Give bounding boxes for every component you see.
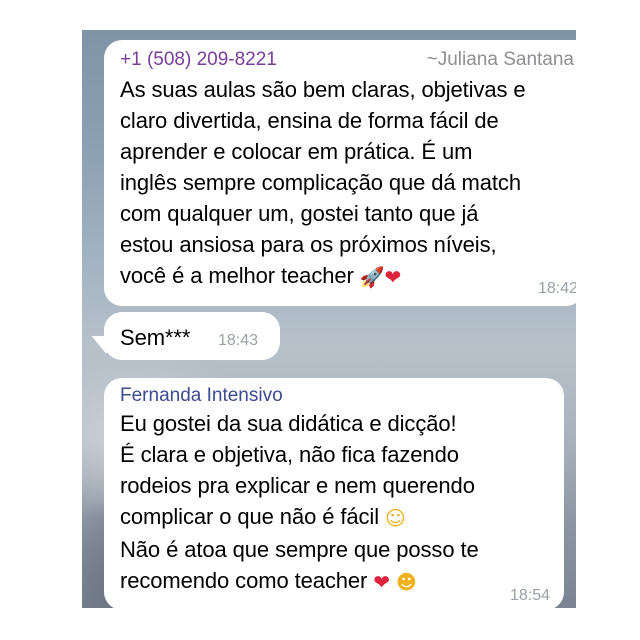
message-line: claro divertida, ensina de forma fácil d… (120, 108, 499, 133)
message-line-emoji: recomendo como teacher ❤ ☻ (120, 565, 554, 598)
red-heart-icon: ❤ (384, 265, 402, 289)
message-timestamp: 18:54 (509, 587, 550, 604)
message-text: As suas aulas são bem claras, objetivas … (120, 74, 570, 293)
message-line: recomendo como teacher (120, 568, 368, 593)
chat-background: +1 (508) 209-8221 ~Juliana Santana As su… (82, 30, 576, 608)
message-line: As suas aulas são bem claras, objetivas … (120, 77, 526, 102)
message-text: Sem*** (120, 325, 191, 350)
message-line: inglês sempre complicação que dá match (120, 170, 521, 195)
rolling-on-floor-laughing-icon: ☺ (385, 506, 406, 530)
message-line: Eu gostei da sua didática e dicção! (120, 411, 457, 436)
message-line: complicar o que não é fácil (120, 504, 380, 529)
rocket-icon: 🚀 (359, 265, 385, 289)
message-line-last: você é a melhor teacher 🚀❤ (120, 260, 570, 293)
smiling-face-with-hearts-icon: ☻ (395, 570, 417, 594)
message-line: aprender e colocar em prática. É um (120, 139, 473, 164)
message-bubble[interactable]: Fernanda Intensivo Eu gostei da sua didá… (104, 378, 564, 608)
message-bubble[interactable]: +1 (508) 209-8221 ~Juliana Santana As su… (104, 40, 576, 306)
message-line: É clara e objetiva, não fica fazendo (120, 442, 459, 467)
message-header: +1 (508) 209-8221 ~Juliana Santana (120, 48, 574, 74)
message-timestamp: 18:42 (537, 280, 576, 297)
message-bubble[interactable]: Sem*** 18:43 (104, 312, 280, 360)
message-line: estou ansiosa para os próximos níveis, (120, 232, 497, 257)
message-line: com qualquer um, gostei tanto que já (120, 201, 479, 226)
message-line: rodeios pra explicar e nem querendo (120, 473, 475, 498)
sender-name[interactable]: Fernanda Intensivo (120, 384, 554, 408)
sender-alias: ~Juliana Santana (426, 49, 574, 70)
red-heart-icon: ❤ (373, 570, 390, 594)
sender-phone[interactable]: +1 (508) 209-8221 (120, 48, 277, 72)
message-line-emoji: complicar o que não é fácil ☺ (120, 501, 554, 534)
message-timestamp: 18:43 (218, 332, 259, 349)
message-line: Não é atoa que sempre que posso te (120, 537, 479, 562)
message-text: Eu gostei da sua didática e dicção! É cl… (120, 408, 554, 598)
message-line: você é a melhor teacher (120, 263, 354, 288)
